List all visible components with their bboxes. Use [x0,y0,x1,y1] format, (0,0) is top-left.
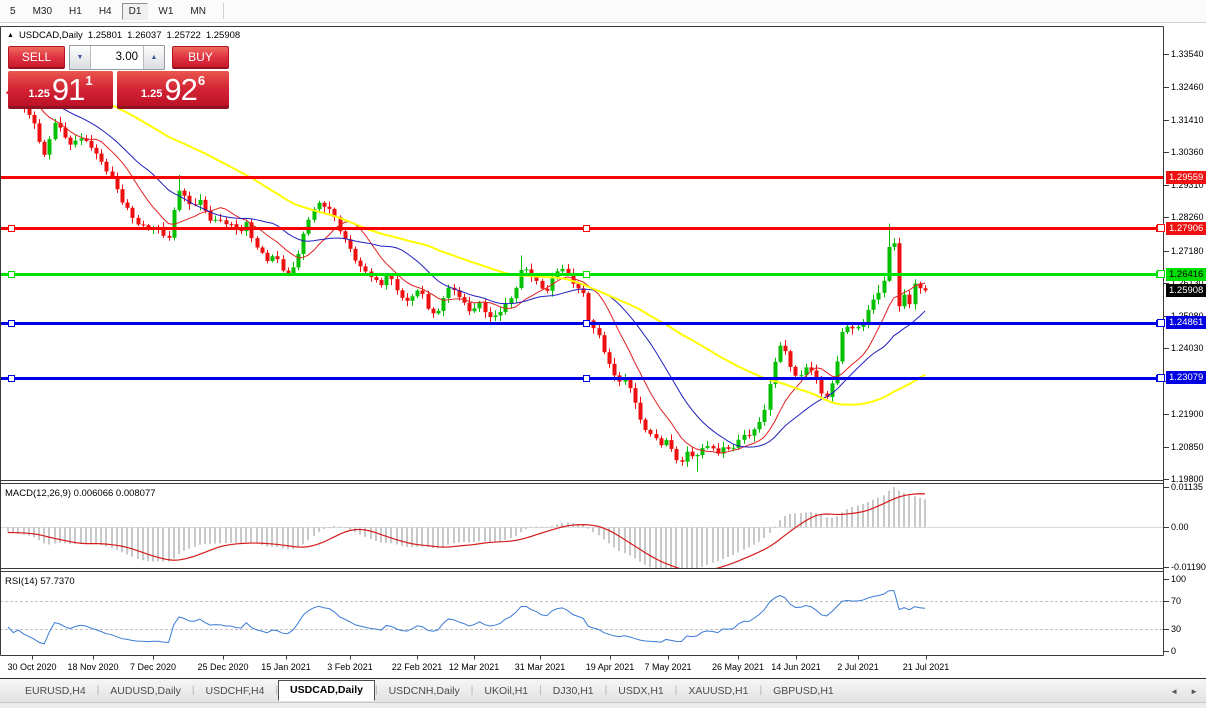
tab-DJ30-H1[interactable]: DJ30,H1 [542,681,605,701]
collapse-icon[interactable]: ▲ [7,31,14,40]
date-tick-label: 12 Mar 2021 [449,662,500,672]
bid-price-sup: 1 [85,73,92,88]
bid-price-big: 91 [52,73,84,106]
price-tick-label: 1.30360 [1171,147,1204,157]
price-tag-1.25908: 1.25908 [1166,284,1206,297]
date-tick-label: 7 May 2021 [644,662,691,672]
macd-tick-label: 0.00 [1171,522,1189,532]
price-tick-label: 1.32460 [1171,82,1204,92]
ask-price-sup: 6 [198,73,205,88]
ohlc-open: 1.25801 [88,30,122,41]
macd-tick-label: 0.01135 [1171,482,1203,492]
tab-scroll-arrows: ◄► [1170,687,1198,696]
tab-USDCHF-H4[interactable]: USDCHF,H4 [195,681,276,701]
sell-button[interactable]: SELL [8,46,65,69]
date-tick-label: 31 Mar 2021 [515,662,566,672]
volume-value[interactable]: 3.00 [91,46,143,69]
chart-symbol-label: USDCAD,Daily [19,30,83,41]
price-tick-label: 1.24030 [1171,343,1204,353]
chart-header: ▲ USDCAD,Daily 1.25801 1.26037 1.25722 1… [7,30,240,41]
tab-scroll-left[interactable]: ◄ [1170,687,1178,696]
date-tick-label: 30 Oct 2020 [7,662,56,672]
price-tick-label: 1.31410 [1171,115,1204,125]
bid-quote-box[interactable]: 1.25 91 1 [8,71,113,109]
date-tick-label: 21 Jul 2021 [903,662,950,672]
rsi-tick-label: 30 [1171,624,1181,634]
date-tick-label: 26 May 2021 [712,662,764,672]
ohlc-high: 1.26037 [127,30,161,41]
ask-price-big: 92 [164,73,196,106]
date-tick-label: 7 Dec 2020 [130,662,176,672]
status-bar [0,702,1206,708]
macd-tick-label: -0.01190 [1171,562,1206,572]
line-handle[interactable] [1157,270,1165,278]
volume-decrease-button[interactable]: ▼ [70,46,91,69]
date-tick-label: 18 Nov 2020 [67,662,118,672]
line-handle[interactable] [1157,319,1165,327]
one-click-trading-panel: SELL ▼ 3.00 ▲ BUY 1.25 91 1 1.25 92 6 [8,44,229,106]
tab-AUDUSD-Daily[interactable]: AUDUSD,Daily [99,681,192,701]
date-tick-label: 15 Jan 2021 [261,662,311,672]
rsi-indicator-label: RSI(14) 57.7370 [5,576,75,587]
date-tick-label: 3 Feb 2021 [327,662,373,672]
tab-USDCAD-Daily[interactable]: USDCAD,Daily [278,680,375,701]
date-tick-label: 2 Jul 2021 [837,662,879,672]
line-handle[interactable] [1157,374,1165,382]
tab-UKOil-H1[interactable]: UKOil,H1 [473,681,539,701]
price-tag-1.29559[interactable]: 1.29559 [1166,171,1206,184]
price-tick-label: 1.27180 [1171,246,1204,256]
chart-tab-bar: EURUSD,H4|AUDUSD,Daily|USDCHF,H4|USDCAD,… [0,678,1206,702]
date-tick-label: 19 Apr 2021 [586,662,635,672]
line-handle[interactable] [1157,224,1165,232]
ask-price-small: 1.25 [141,88,162,100]
price-tag-1.27906[interactable]: 1.27906 [1166,222,1206,235]
macd-indicator-label: MACD(12,26,9) 0.006066 0.008077 [5,488,156,499]
ask-quote-box[interactable]: 1.25 92 6 [117,71,229,109]
timeframe-button-D1[interactable]: D1 [122,3,149,20]
price-tag-1.26416[interactable]: 1.26416 [1166,268,1206,281]
price-tag-1.23079[interactable]: 1.23079 [1166,371,1206,384]
date-tick-label: 25 Dec 2020 [197,662,248,672]
price-tick-label: 1.21900 [1171,409,1204,419]
timeframe-button-MN[interactable]: MN [183,3,213,20]
price-tick-label: 1.20850 [1171,442,1204,452]
timeframe-button-H1[interactable]: H1 [62,3,89,20]
toolbar-separator [223,3,224,19]
tab-GBPUSD-H1[interactable]: GBPUSD,H1 [762,681,845,701]
price-tag-1.24861[interactable]: 1.24861 [1166,316,1206,329]
rsi-tick-label: 70 [1171,596,1181,606]
bid-price-small: 1.25 [28,88,49,100]
tab-XAUUSD-H1[interactable]: XAUUSD,H1 [677,681,759,701]
buy-button[interactable]: BUY [172,46,229,69]
timeframe-button-W1[interactable]: W1 [151,3,180,20]
ohlc-low: 1.25722 [167,30,201,41]
tab-USDCNH-Daily[interactable]: USDCNH,Daily [378,681,471,701]
timeframe-toolbar: 5M30H1H4D1W1MN [0,0,1206,23]
rsi-tick-label: 100 [1171,574,1186,584]
volume-increase-button[interactable]: ▲ [143,46,164,69]
volume-spinner: ▼ 3.00 ▲ [69,45,165,70]
rsi-tick-label: 0 [1171,646,1176,656]
tab-USDX-H1[interactable]: USDX,H1 [607,681,675,701]
timeframe-button-5[interactable]: 5 [3,3,23,20]
trading-terminal: 5M30H1H4D1W1MN ▲ USDCAD,Daily 1.25801 1.… [0,0,1206,708]
price-tick-label: 1.33540 [1171,49,1204,59]
tab-EURUSD-H4[interactable]: EURUSD,H4 [14,681,97,701]
date-tick-label: 22 Feb 2021 [392,662,443,672]
timeframe-button-M30[interactable]: M30 [26,3,59,20]
tab-scroll-right[interactable]: ► [1190,687,1198,696]
date-tick-label: 14 Jun 2021 [771,662,821,672]
ohlc-close: 1.25908 [206,30,240,41]
timeframe-button-H4[interactable]: H4 [92,3,119,20]
